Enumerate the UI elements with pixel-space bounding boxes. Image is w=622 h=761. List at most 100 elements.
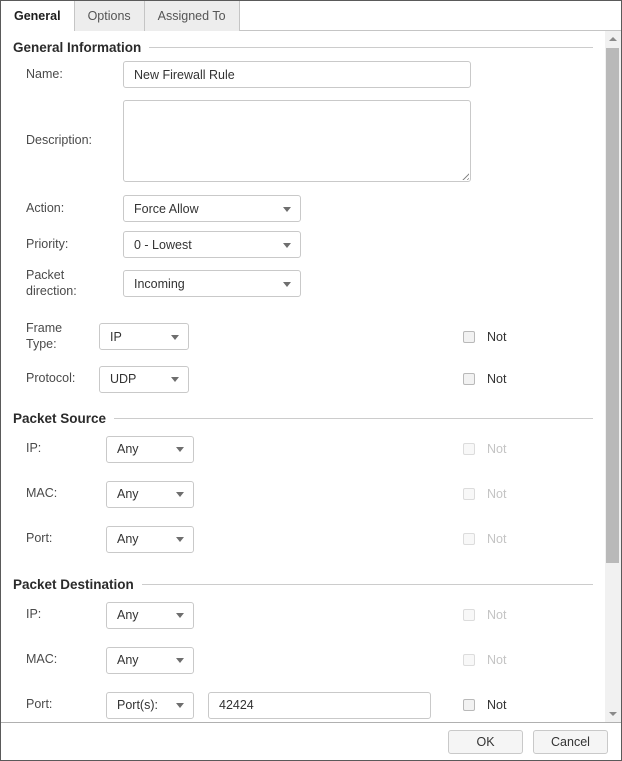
source-mac-not-checkbox xyxy=(463,488,475,500)
packet-direction-select-value: Incoming xyxy=(134,277,185,291)
source-ip-label: IP: xyxy=(26,441,106,457)
destination-mac-row: MAC: Any Not xyxy=(1,647,605,674)
source-mac-not-group: Not xyxy=(463,487,506,501)
priority-row: Priority: 0 - Lowest xyxy=(1,231,605,258)
destination-ip-not-group: Not xyxy=(463,608,506,622)
chevron-down-icon xyxy=(176,492,184,497)
destination-ip-label: IP: xyxy=(26,607,106,623)
priority-select[interactable]: 0 - Lowest xyxy=(123,231,301,258)
destination-mac-not-group: Not xyxy=(463,653,506,667)
destination-port-not-checkbox[interactable] xyxy=(463,699,475,711)
section-divider xyxy=(114,418,593,419)
chevron-down-icon xyxy=(176,613,184,618)
tab-general-label: General xyxy=(14,9,61,23)
tab-general[interactable]: General xyxy=(1,1,75,31)
tab-content-general: General Information Name: Description: A… xyxy=(1,31,621,722)
section-heading-text: Packet Source xyxy=(13,411,106,426)
source-port-label: Port: xyxy=(26,531,106,547)
frame-type-not-checkbox[interactable] xyxy=(463,331,475,343)
section-divider xyxy=(142,584,593,585)
section-heading-text: Packet Destination xyxy=(13,577,134,592)
action-select[interactable]: Force Allow xyxy=(123,195,301,222)
destination-port-input[interactable] xyxy=(208,692,431,719)
destination-port-label: Port: xyxy=(26,697,106,713)
chevron-down-icon xyxy=(171,377,179,382)
frame-type-not-group: Not xyxy=(463,330,506,344)
name-row: Name: xyxy=(1,61,605,88)
section-heading-packet-destination: Packet Destination xyxy=(13,553,593,602)
source-ip-not-group: Not xyxy=(463,442,506,456)
priority-label: Priority: xyxy=(26,237,123,253)
packet-direction-select[interactable]: Incoming xyxy=(123,270,301,297)
chevron-down-icon xyxy=(176,537,184,542)
protocol-not-checkbox[interactable] xyxy=(463,373,475,385)
chevron-down-icon xyxy=(176,447,184,452)
source-mac-select-value: Any xyxy=(117,487,139,501)
source-mac-select[interactable]: Any xyxy=(106,481,194,508)
description-row: Description: xyxy=(1,100,605,182)
cancel-button[interactable]: Cancel xyxy=(533,730,608,754)
source-ip-row: IP: Any Not xyxy=(1,436,605,463)
source-port-select-value: Any xyxy=(117,532,139,546)
section-heading-general-information: General Information xyxy=(13,31,593,61)
source-ip-select-value: Any xyxy=(117,442,139,456)
destination-mac-select[interactable]: Any xyxy=(106,647,194,674)
frame-type-select-value: IP xyxy=(110,330,122,344)
source-ip-select[interactable]: Any xyxy=(106,436,194,463)
chevron-down-icon xyxy=(176,658,184,663)
chevron-down-icon xyxy=(283,282,291,287)
action-row: Action: Force Allow xyxy=(1,195,605,222)
name-input[interactable] xyxy=(123,61,471,88)
tab-bar: General Options Assigned To xyxy=(1,1,621,31)
chevron-down-icon xyxy=(283,243,291,248)
description-label: Description: xyxy=(26,133,123,149)
source-port-not-label: Not xyxy=(487,532,506,546)
frame-type-select[interactable]: IP xyxy=(99,323,189,350)
scroll-down-arrow-icon xyxy=(609,712,617,716)
destination-port-row: Port: Port(s): Not xyxy=(1,692,605,719)
name-label: Name: xyxy=(26,67,123,83)
description-textarea[interactable] xyxy=(123,100,471,182)
source-ip-not-checkbox xyxy=(463,443,475,455)
protocol-row: Protocol: UDP Not xyxy=(1,366,605,393)
protocol-not-group: Not xyxy=(463,372,506,386)
destination-port-not-label: Not xyxy=(487,698,506,712)
destination-mac-label: MAC: xyxy=(26,652,106,668)
frame-type-not-label: Not xyxy=(487,330,506,344)
protocol-label: Protocol: xyxy=(26,371,99,387)
firewall-rule-dialog: General Options Assigned To General Info… xyxy=(0,0,622,761)
chevron-down-icon xyxy=(171,335,179,340)
source-port-not-group: Not xyxy=(463,532,506,546)
destination-mac-not-label: Not xyxy=(487,653,506,667)
source-port-not-checkbox xyxy=(463,533,475,545)
protocol-not-label: Not xyxy=(487,372,506,386)
tab-options-label: Options xyxy=(88,9,131,23)
scroll-up-button[interactable] xyxy=(605,31,621,47)
vertical-scrollbar[interactable] xyxy=(605,31,621,722)
source-ip-not-label: Not xyxy=(487,442,506,456)
description-textarea-wrap xyxy=(123,100,471,182)
tab-assigned-to[interactable]: Assigned To xyxy=(145,1,240,31)
action-label: Action: xyxy=(26,201,123,217)
destination-port-type-select[interactable]: Port(s): xyxy=(106,692,194,719)
scrollbar-thumb[interactable] xyxy=(606,48,619,563)
section-divider xyxy=(149,47,593,48)
destination-mac-select-value: Any xyxy=(117,653,139,667)
protocol-select-value: UDP xyxy=(110,372,136,386)
source-mac-not-label: Not xyxy=(487,487,506,501)
destination-mac-not-checkbox xyxy=(463,654,475,666)
destination-port-type-select-value: Port(s): xyxy=(117,698,158,712)
ok-button[interactable]: OK xyxy=(448,730,523,754)
source-port-select[interactable]: Any xyxy=(106,526,194,553)
destination-ip-not-checkbox xyxy=(463,609,475,621)
section-heading-packet-source: Packet Source xyxy=(13,393,593,436)
destination-ip-select-value: Any xyxy=(117,608,139,622)
chevron-down-icon xyxy=(283,207,291,212)
priority-select-value: 0 - Lowest xyxy=(134,238,192,252)
tab-options[interactable]: Options xyxy=(75,1,145,31)
dialog-footer: OK Cancel xyxy=(1,722,621,760)
destination-ip-select[interactable]: Any xyxy=(106,602,194,629)
scroll-down-button[interactable] xyxy=(605,706,621,722)
protocol-select[interactable]: UDP xyxy=(99,366,189,393)
destination-port-not-group: Not xyxy=(463,698,506,712)
